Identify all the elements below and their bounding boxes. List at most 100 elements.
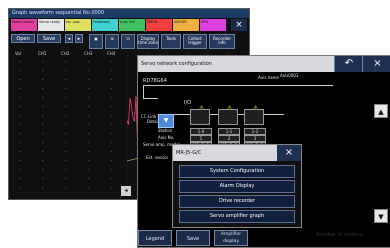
channel-tag[interactable]: Feedback	[92, 19, 118, 31]
grid-cell: -	[111, 113, 113, 118]
popup-close-button[interactable]: ×	[277, 145, 301, 161]
grid-cell: -	[19, 122, 21, 127]
menu-item-drive-recorder[interactable]: Drive recorder	[179, 195, 295, 208]
channel-tag[interactable]: Inc. pos.	[65, 19, 91, 31]
grid-cell: -	[88, 176, 90, 181]
amplifier-display-button[interactable]: Amplifier display	[214, 230, 248, 246]
grid-cell: -	[42, 167, 44, 172]
grid-cell: -	[88, 86, 90, 91]
nav-right-icon[interactable]: ▸	[75, 34, 83, 43]
station-cell: 1-2	[244, 128, 266, 135]
ext-sensor-label: Ext. sensor	[146, 155, 169, 160]
grid-column-header: CH2	[61, 51, 70, 56]
grid-cell: -	[19, 176, 21, 181]
recorder-info-button[interactable]: Recorder info	[209, 34, 235, 49]
grid-cell: -	[88, 59, 90, 64]
grid-cell: -	[65, 131, 67, 136]
grid-cell: -	[19, 59, 21, 64]
header-divider	[143, 85, 333, 86]
grid-cell: -	[111, 95, 113, 100]
grid-cell: -	[19, 149, 21, 154]
servo-network-title: Servo network configuration	[138, 56, 334, 72]
grid-cell: -	[19, 86, 21, 91]
channel-tag[interactable]: TMON	[146, 19, 172, 31]
menu-item-system-configuration[interactable]: System Configuration	[179, 165, 295, 178]
grid-cell: -	[65, 149, 67, 154]
channel-tag[interactable]: Servo ready	[38, 19, 64, 31]
grid-cell: -	[65, 77, 67, 82]
data-grid: Val CH1 CH2 CH3 CH4 - - - - - - - - - - - - - - - - - - - - - - - - -…	[11, 51, 129, 197]
grid-cell: -	[65, 59, 67, 64]
channel-tag[interactable]: SPD	[200, 19, 226, 31]
grid-cell: -	[88, 122, 90, 127]
channel-tag[interactable]: Curr. ctrl	[119, 19, 145, 31]
grid-cell: -	[111, 158, 113, 163]
amplifier-station-3[interactable]	[244, 109, 264, 125]
cursor-icon[interactable]: ⊞	[105, 34, 119, 49]
save-graph-button[interactable]: Save	[37, 34, 61, 43]
grid-cell: -	[111, 176, 113, 181]
grid-column-header: CH4	[107, 51, 116, 56]
grid-cell: -	[65, 104, 67, 109]
save-button[interactable]: Save	[176, 230, 210, 246]
grid-cell: -	[42, 95, 44, 100]
channel-tag[interactable]: SMOVE	[173, 19, 199, 31]
module-name: RD78G64	[143, 78, 167, 84]
legend-button[interactable]: Legend	[138, 230, 172, 246]
graph-close-button[interactable]: ×	[231, 19, 247, 31]
scroll-down-button[interactable]: ▼	[374, 209, 388, 223]
grid-cell: -	[65, 176, 67, 181]
grid-cell: -	[111, 68, 113, 73]
grid-cell: -	[65, 86, 67, 91]
axis-name-label: Axis name	[258, 75, 279, 80]
axis-cell: 1	[190, 135, 212, 142]
grid-cell: -	[88, 95, 90, 100]
grid-cell: -	[65, 167, 67, 172]
grid-cell: -	[111, 122, 113, 127]
scroll-left-button[interactable]: ◂	[121, 186, 131, 196]
display-time-button[interactable]: Display time zone	[137, 34, 159, 49]
grid-column-header: CH3	[84, 51, 93, 56]
grid-cell: -	[65, 140, 67, 145]
tools-button[interactable]: Tools	[161, 34, 181, 49]
grid-cell: -	[111, 59, 113, 64]
station-cell: 1-1	[218, 128, 240, 135]
nav-left-icon[interactable]: ◂	[65, 34, 73, 43]
grid-cell: -	[111, 77, 113, 82]
grid-cell: -	[19, 131, 21, 136]
open-button[interactable]: Open	[11, 34, 35, 43]
grid-cell: -	[19, 95, 21, 100]
close-button[interactable]: ×	[362, 56, 390, 72]
grid-cell: -	[88, 185, 90, 190]
grid-column-header: Val	[15, 51, 21, 56]
amplifier-menu-popup: MR-J5-G/C × System Configuration Alarm D…	[172, 144, 302, 228]
grid-cell: -	[88, 77, 90, 82]
grid-cell: -	[88, 158, 90, 163]
grid-cell: -	[111, 149, 113, 154]
expand-button[interactable]: ▼	[158, 114, 174, 128]
collect-trigger-button[interactable]: Collect trigger	[183, 34, 207, 49]
grid-cell: -	[88, 113, 90, 118]
axis-name-value: Axis0003	[280, 73, 299, 78]
amplifier-station-2[interactable]	[218, 109, 238, 125]
zoom-icon[interactable]: ▣	[89, 34, 103, 49]
undo-button[interactable]: ↶	[334, 56, 363, 72]
io-label: I/O	[184, 100, 192, 106]
amplifier-station-1[interactable]	[190, 109, 210, 125]
grid-cell: -	[88, 104, 90, 109]
grid-cell: -	[65, 95, 67, 100]
grid-column-header: CH1	[38, 51, 47, 56]
grid-cell: -	[42, 113, 44, 118]
grid-cell: -	[19, 158, 21, 163]
grid-cell: -	[111, 131, 113, 136]
menu-item-servo-amplifier-graph[interactable]: Servo amplifier graph	[179, 210, 295, 223]
grid-cell: -	[42, 104, 44, 109]
scroll-up-button[interactable]: ▲	[374, 104, 388, 118]
grid-cell: -	[42, 122, 44, 127]
grid-cell: -	[42, 158, 44, 163]
channel-tag[interactable]: Motor status	[11, 19, 37, 31]
menu-item-alarm-display[interactable]: Alarm Display	[179, 180, 295, 193]
grid-icon[interactable]: ⊡	[121, 34, 135, 49]
grid-cell: -	[42, 77, 44, 82]
grid-cell: -	[111, 185, 113, 190]
